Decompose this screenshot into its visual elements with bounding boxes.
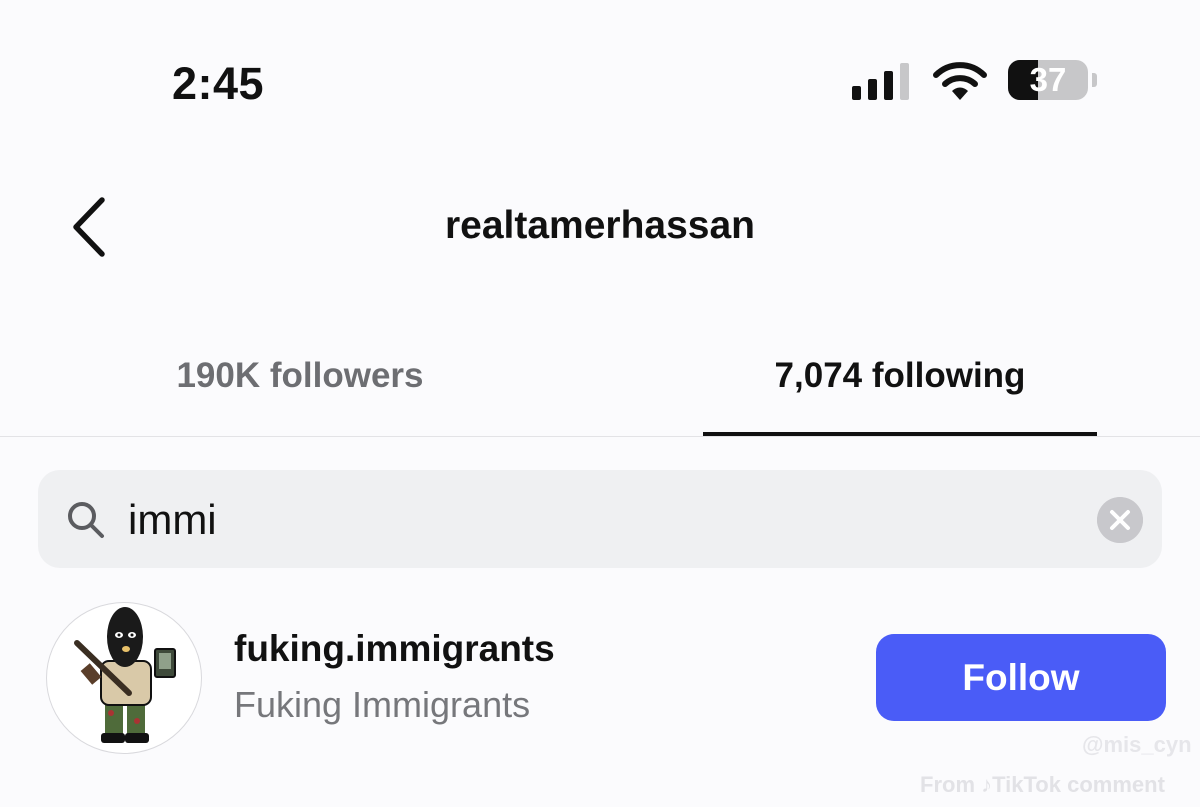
status-time: 2:45 bbox=[172, 58, 265, 109]
watermark-source: From ♪TikTok comment bbox=[920, 772, 1165, 797]
clear-search-button[interactable] bbox=[1097, 497, 1143, 543]
result-full-name: Fuking Immigrants bbox=[234, 684, 531, 725]
watermark-user: @mis_cyn bbox=[1082, 732, 1192, 757]
search-icon bbox=[68, 502, 104, 538]
page-title: realtamerhassan bbox=[444, 204, 756, 247]
tabs-divider bbox=[0, 436, 1200, 437]
avatar[interactable] bbox=[46, 602, 202, 754]
result-username[interactable]: fuking.immigrants bbox=[234, 628, 555, 670]
wifi-icon bbox=[933, 62, 987, 100]
cellular-signal-icon bbox=[852, 62, 912, 100]
follow-button[interactable]: Follow bbox=[876, 634, 1166, 721]
battery-icon: 37 bbox=[1008, 60, 1098, 102]
tab-following[interactable]: 7,074 following bbox=[600, 356, 1200, 396]
search-input[interactable] bbox=[128, 490, 1068, 550]
tab-followers[interactable]: 190K followers bbox=[0, 356, 600, 396]
battery-level: 37 bbox=[1029, 61, 1067, 98]
profile-picture-illustration bbox=[74, 607, 176, 743]
